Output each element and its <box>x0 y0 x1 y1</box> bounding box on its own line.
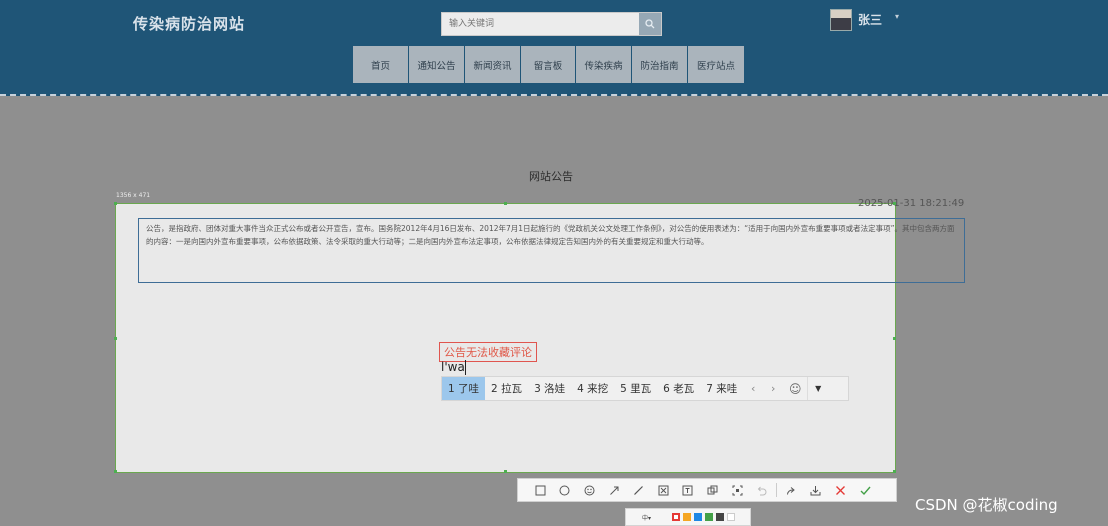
font-size-dropdown[interactable]: 中▾ <box>642 513 672 522</box>
arrow-icon <box>609 486 619 495</box>
site-title[interactable]: 传染病防治网站 <box>133 13 245 34</box>
warning-text-annotation[interactable]: 公告无法收藏评论 <box>439 342 537 362</box>
resize-handle[interactable] <box>893 470 896 473</box>
emoji-tool-button[interactable] <box>577 479 602 501</box>
ellipse-icon <box>559 485 570 495</box>
nav-item-medical-sites[interactable]: 医疗站点 <box>688 46 744 83</box>
color-swatch-green[interactable] <box>705 513 713 521</box>
ime-candidate[interactable]: 1 了哇 <box>442 377 486 400</box>
copy-tool-button[interactable] <box>700 479 725 501</box>
text-icon <box>682 485 693 495</box>
ime-candidate[interactable]: 2 拉瓦 <box>485 377 528 400</box>
nav-item-guidelines[interactable]: 防治指南 <box>632 46 687 83</box>
candidate-number: 4 <box>577 382 584 395</box>
candidate-number: 3 <box>534 382 541 395</box>
candidate-number: 6 <box>663 382 670 395</box>
resize-handle[interactable] <box>114 337 117 340</box>
ime-candidate[interactable]: 4 来挖 <box>571 377 614 400</box>
rectangle-tool-button[interactable] <box>528 479 553 501</box>
search-icon <box>645 19 655 29</box>
ocr-tool-button[interactable] <box>725 479 750 501</box>
main-nav: 首页 通知公告 新闻资讯 留言板 传染疾病 防治指南 医疗站点 <box>353 46 744 83</box>
ime-candidate[interactable]: 3 洛娃 <box>528 377 571 400</box>
undo-button[interactable] <box>749 479 774 501</box>
nav-item-message-board[interactable]: 留言板 <box>521 46 575 83</box>
candidate-number: 7 <box>706 382 713 395</box>
ocr-icon <box>732 485 743 495</box>
candidate-text: 洛娃 <box>544 383 566 395</box>
text-tool-input[interactable]: l'wa <box>441 360 465 374</box>
pen-tool-button[interactable] <box>626 479 651 501</box>
nav-item-diseases[interactable]: 传染疾病 <box>576 46 631 83</box>
color-picker-bar: 中▾ <box>625 508 751 526</box>
cancel-button[interactable] <box>828 479 853 501</box>
candidate-number: 2 <box>491 382 498 395</box>
nav-item-notices[interactable]: 通知公告 <box>409 46 464 83</box>
notice-content: 公告，是指政府、团体对重大事件当众正式公布或者公开宣告，宣布。国务院2012年4… <box>138 218 965 283</box>
search-input[interactable] <box>442 13 638 35</box>
candidate-text: 来哇 <box>716 383 738 395</box>
undo-icon <box>757 486 767 495</box>
candidate-text: 了哇 <box>458 383 480 395</box>
mosaic-icon <box>658 485 669 495</box>
text-caret <box>465 360 466 375</box>
user-menu-caret-icon[interactable]: ▾ <box>895 12 899 21</box>
resize-handle[interactable] <box>893 337 896 340</box>
save-icon <box>810 485 821 495</box>
caret-down-icon[interactable]: ▼ <box>807 377 828 400</box>
avatar[interactable] <box>830 9 852 31</box>
confirm-icon <box>860 486 871 495</box>
copy-icon <box>707 485 718 494</box>
rectangle-icon <box>535 485 546 495</box>
search-box <box>441 12 662 36</box>
ime-candidate[interactable]: 5 里瓦 <box>614 377 657 400</box>
toolbar-divider <box>775 483 777 497</box>
color-swatch-dark[interactable] <box>716 513 724 521</box>
share-icon <box>786 486 795 495</box>
nav-item-home[interactable]: 首页 <box>353 46 408 83</box>
text-tool-button[interactable] <box>676 479 701 501</box>
share-button[interactable] <box>779 479 804 501</box>
color-swatch-white[interactable] <box>727 513 735 521</box>
resize-handle[interactable] <box>114 470 117 473</box>
font-size-label: 中 <box>642 514 649 522</box>
notice-timestamp: 2025-01-31 18:21:49 <box>858 198 965 209</box>
emoji-icon <box>584 485 595 495</box>
candidate-number: 5 <box>620 382 627 395</box>
nav-item-news[interactable]: 新闻资讯 <box>465 46 520 83</box>
candidate-text: 老瓦 <box>673 383 695 395</box>
resize-handle[interactable] <box>504 202 507 205</box>
resize-handle[interactable] <box>114 202 117 205</box>
confirm-button[interactable] <box>853 479 878 501</box>
ellipse-tool-button[interactable] <box>553 479 578 501</box>
chevron-left-icon[interactable]: ‹ <box>743 377 763 400</box>
smiley-icon[interactable]: ☺ <box>783 377 807 400</box>
chevron-right-icon[interactable]: › <box>763 377 783 400</box>
user-name[interactable]: 张三 <box>858 11 882 28</box>
candidate-number: 1 <box>448 382 455 395</box>
pen-icon <box>634 485 644 495</box>
ime-candidate[interactable]: 7 来哇 <box>700 377 743 400</box>
site-header: 传染病防治网站 张三 ▾ 首页 通知公告 新闻资讯 留言板 传染疾病 防治指南 … <box>0 0 1108 96</box>
color-swatch-blue[interactable] <box>694 513 702 521</box>
mosaic-tool-button[interactable] <box>651 479 676 501</box>
candidate-text: 里瓦 <box>630 383 652 395</box>
watermark: CSDN @花椒coding <box>915 496 1058 514</box>
screenshot-toolbar <box>517 478 897 502</box>
ime-candidate-bar: 1 了哇 2 拉瓦 3 洛娃 4 来挖 5 里瓦 6 老瓦 7 来哇 ‹ › ☺… <box>441 376 849 401</box>
candidate-text: 拉瓦 <box>501 383 523 395</box>
resize-handle[interactable] <box>504 470 507 473</box>
save-button[interactable] <box>804 479 829 501</box>
capture-dimension-label: 1356 x 471 <box>116 192 151 199</box>
arrow-tool-button[interactable] <box>602 479 627 501</box>
search-button[interactable] <box>639 13 661 35</box>
candidate-text: 来挖 <box>587 383 609 395</box>
color-swatch-orange[interactable] <box>683 513 691 521</box>
page-title: 网站公告 <box>529 170 573 183</box>
cancel-icon <box>835 485 845 495</box>
color-swatch-red[interactable] <box>672 513 680 521</box>
ime-candidate[interactable]: 6 老瓦 <box>657 377 700 400</box>
